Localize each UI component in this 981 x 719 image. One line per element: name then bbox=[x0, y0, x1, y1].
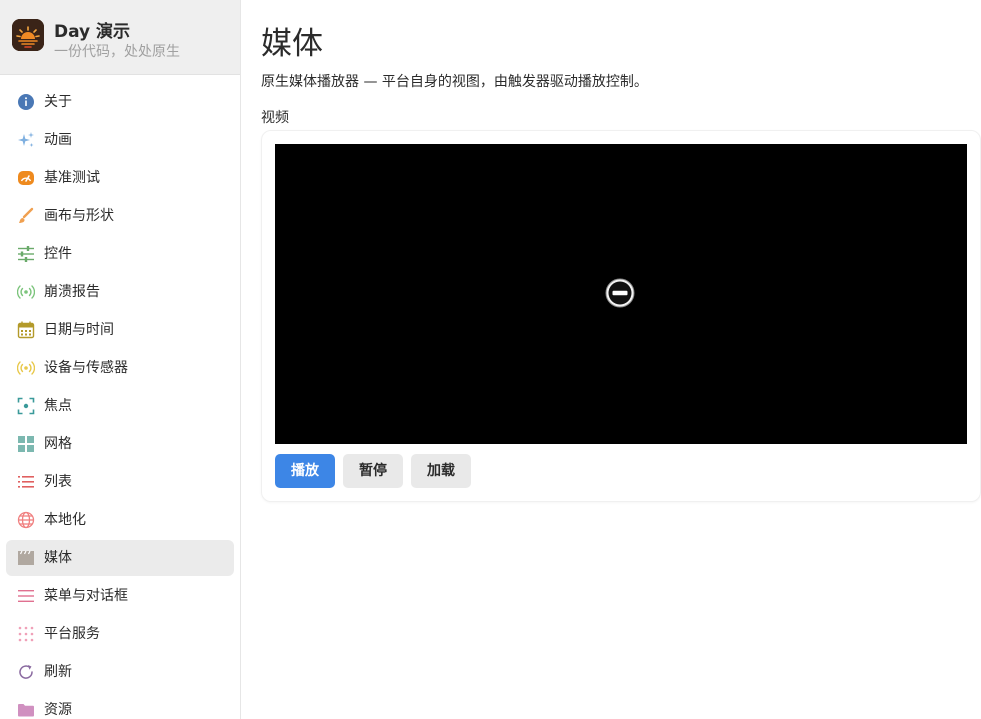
sidebar-item-label: 列表 bbox=[44, 474, 72, 490]
sidebar-item-refresh[interactable]: 刷新 bbox=[6, 654, 234, 690]
video-player[interactable] bbox=[275, 144, 967, 444]
sidebar-item-label: 菜单与对话框 bbox=[44, 588, 128, 604]
sidebar-item-resources[interactable]: 资源 bbox=[6, 692, 234, 719]
sidebar-item-label: 崩溃报告 bbox=[44, 284, 100, 300]
sidebar-item-focus[interactable]: 焦点 bbox=[6, 388, 234, 424]
brush-icon bbox=[17, 207, 35, 225]
film-icon bbox=[17, 549, 35, 567]
sidebar-item-label: 平台服务 bbox=[44, 626, 100, 642]
sidebar-item-label: 刷新 bbox=[44, 664, 72, 680]
sidebar-item-label: 动画 bbox=[44, 132, 72, 148]
sidebar-item-label: 关于 bbox=[44, 94, 72, 110]
sidebar-item-benchmark[interactable]: 基准测试 bbox=[6, 160, 234, 196]
sidebar-item-controls[interactable]: 控件 bbox=[6, 236, 234, 272]
sidebar-item-label: 控件 bbox=[44, 246, 72, 262]
app-logo-icon bbox=[12, 19, 44, 51]
sidebar-item-label: 媒体 bbox=[44, 550, 72, 566]
app-title: Day 演示 bbox=[54, 22, 131, 42]
sidebar-header: Day 演示 一份代码，处处原生 bbox=[0, 0, 240, 75]
page-title: 媒体 bbox=[261, 26, 323, 62]
sidebar-item-label: 基准测试 bbox=[44, 170, 100, 186]
sidebar: Day 演示 一份代码，处处原生 关于 动画 基准测试 画布与形状 控件 崩溃报… bbox=[0, 0, 241, 719]
calendar-icon bbox=[17, 321, 35, 339]
sidebar-item-devices[interactable]: 设备与传感器 bbox=[6, 350, 234, 386]
pause-button[interactable]: 暂停 bbox=[343, 454, 403, 488]
dots-grid-icon bbox=[17, 625, 35, 643]
menu-lines-icon bbox=[17, 587, 35, 605]
sidebar-item-label: 资源 bbox=[44, 702, 72, 718]
sidebar-item-datetime[interactable]: 日期与时间 bbox=[6, 312, 234, 348]
sidebar-item-crash-report[interactable]: 崩溃报告 bbox=[6, 274, 234, 310]
video-card: 播放 暂停 加载 bbox=[261, 130, 981, 502]
broadcast-icon bbox=[17, 283, 35, 301]
sidebar-item-label: 画布与形状 bbox=[44, 208, 114, 224]
blocked-icon bbox=[605, 278, 635, 308]
sidebar-item-localization[interactable]: 本地化 bbox=[6, 502, 234, 538]
sidebar-item-label: 焦点 bbox=[44, 398, 72, 414]
globe-icon bbox=[17, 511, 35, 529]
focus-icon bbox=[17, 397, 35, 415]
sidebar-item-canvas[interactable]: 画布与形状 bbox=[6, 198, 234, 234]
page-description: 原生媒体播放器 — 平台自身的视图，由触发器驱动播放控制。 bbox=[261, 74, 648, 90]
sidebar-nav: 关于 动画 基准测试 画布与形状 控件 崩溃报告 日期与时间 设备与传感器 焦点… bbox=[0, 84, 240, 719]
app-subtitle: 一份代码，处处原生 bbox=[54, 44, 180, 60]
main-content: 媒体 原生媒体播放器 — 平台自身的视图，由触发器驱动播放控制。 视频 播放 暂… bbox=[241, 0, 981, 719]
sidebar-item-grid[interactable]: 网格 bbox=[6, 426, 234, 462]
sidebar-item-list[interactable]: 列表 bbox=[6, 464, 234, 500]
grid-icon bbox=[17, 435, 35, 453]
sidebar-item-menus-dialogs[interactable]: 菜单与对话框 bbox=[6, 578, 234, 614]
section-label: 视频 bbox=[261, 110, 289, 126]
sidebar-item-animation[interactable]: 动画 bbox=[6, 122, 234, 158]
sliders-icon bbox=[17, 245, 35, 263]
sparkles-icon bbox=[17, 131, 35, 149]
folder-icon bbox=[17, 701, 35, 719]
sidebar-item-label: 本地化 bbox=[44, 512, 86, 528]
speedometer-icon bbox=[17, 169, 35, 187]
sidebar-item-label: 网格 bbox=[44, 436, 72, 452]
play-button[interactable]: 播放 bbox=[275, 454, 335, 488]
sensor-icon bbox=[17, 359, 35, 377]
sidebar-item-label: 日期与时间 bbox=[44, 322, 114, 338]
refresh-icon bbox=[17, 663, 35, 681]
sidebar-item-media[interactable]: 媒体 bbox=[6, 540, 234, 576]
sidebar-item-platform-services[interactable]: 平台服务 bbox=[6, 616, 234, 652]
info-icon bbox=[17, 93, 35, 111]
sidebar-item-label: 设备与传感器 bbox=[44, 360, 128, 376]
load-button[interactable]: 加载 bbox=[411, 454, 471, 488]
list-icon bbox=[17, 473, 35, 491]
sidebar-item-about[interactable]: 关于 bbox=[6, 84, 234, 120]
